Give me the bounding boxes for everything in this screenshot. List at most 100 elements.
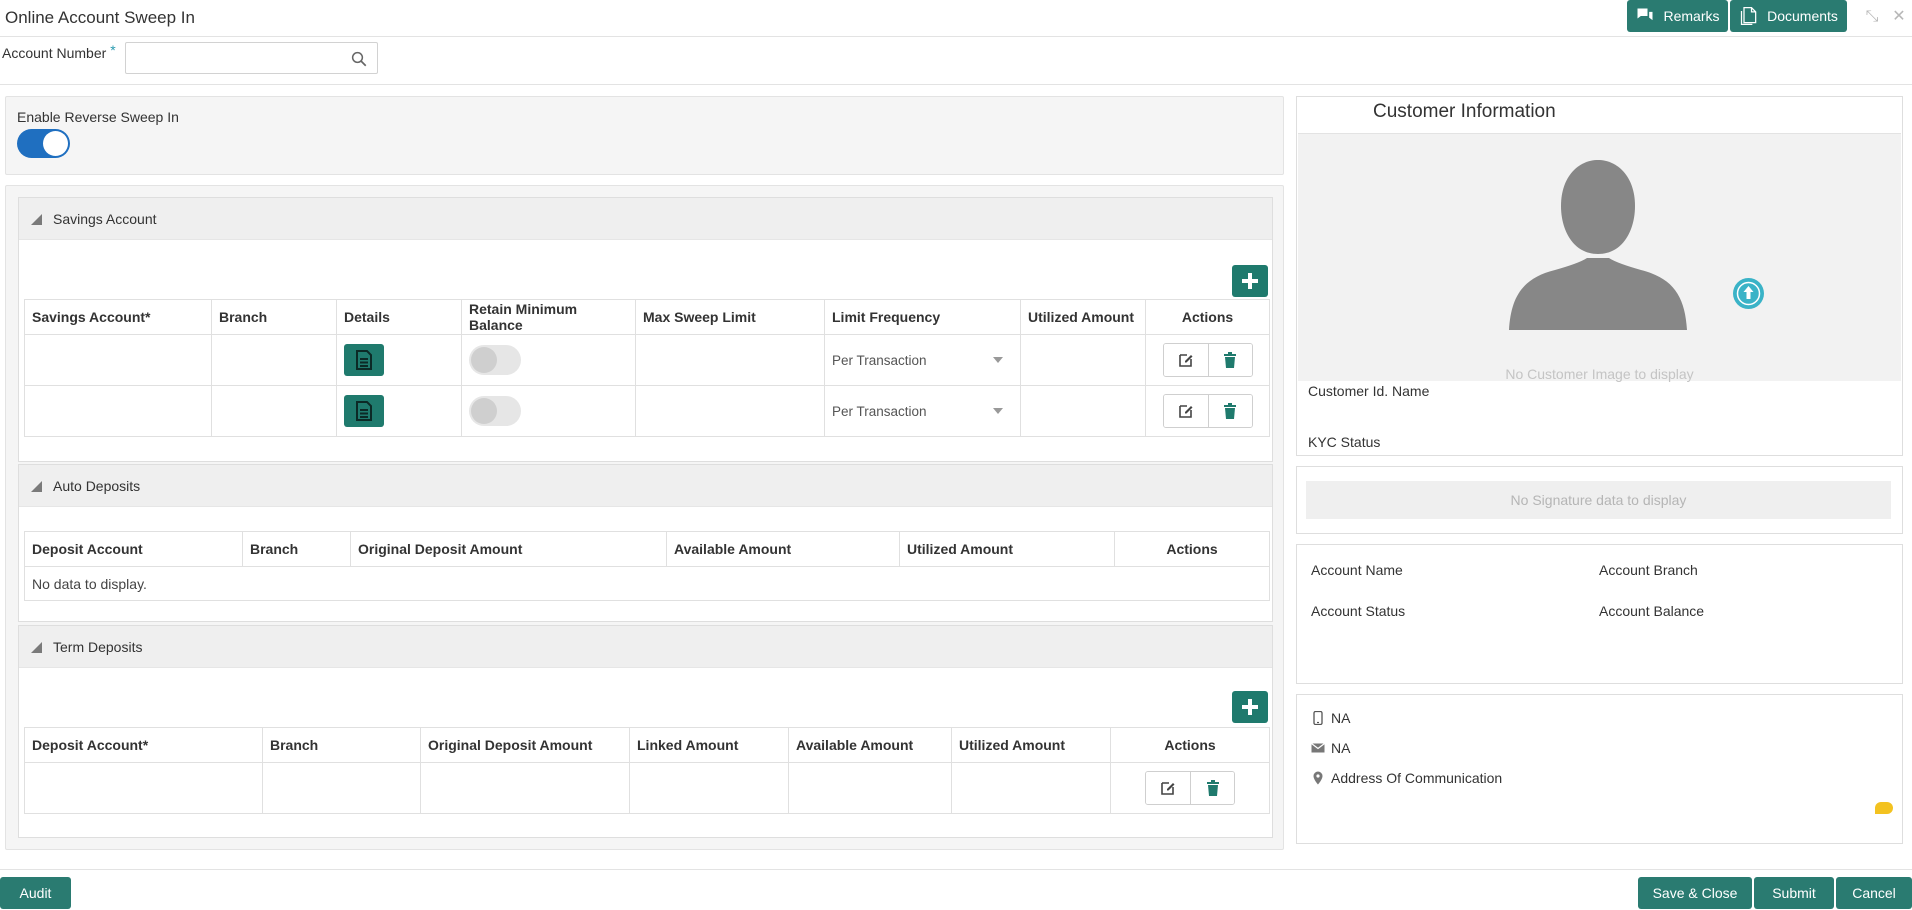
auto-deposits-header[interactable]: Auto Deposits (19, 465, 1272, 507)
limit-frequency-select[interactable]: Per Transaction (832, 404, 1013, 419)
col-actions: Actions (1145, 299, 1270, 335)
no-image-message: No Customer Image to display (1505, 366, 1694, 382)
available-amount-cell (788, 762, 952, 814)
avatar (1509, 160, 1687, 330)
delete-button[interactable] (1207, 344, 1252, 376)
details-cell (336, 334, 462, 386)
col-utilized-amount: Utilized Amount (899, 531, 1115, 567)
col-available-amount: Available Amount (666, 531, 900, 567)
savings-account-cell[interactable] (24, 385, 212, 437)
collapse-triangle-icon (31, 481, 42, 492)
edit-button[interactable] (1163, 395, 1208, 427)
savings-account-table: Savings Account* Branch Details Retain M… (24, 299, 1270, 437)
term-deposits-title: Term Deposits (53, 639, 143, 655)
utilized-amount-cell (951, 762, 1111, 814)
collapse-triangle-icon (31, 214, 42, 225)
details-button[interactable] (344, 395, 384, 427)
upload-image-icon[interactable] (1733, 278, 1764, 309)
term-deposits-header-row: Deposit Account* Branch Original Deposit… (24, 727, 1270, 763)
retain-min-balance-toggle[interactable] (469, 396, 521, 426)
branch-cell (211, 385, 337, 437)
account-number-row: Account Number * (0, 37, 1912, 85)
term-deposits-section: Term Deposits Deposit Account* Branch Or… (18, 625, 1273, 838)
account-number-label: Account Number * (2, 42, 116, 61)
col-deposit-account: Deposit Account* (24, 727, 263, 763)
col-branch: Branch (211, 299, 337, 335)
limit-frequency-select[interactable]: Per Transaction (832, 353, 1013, 368)
deposit-account-cell[interactable] (24, 762, 263, 814)
col-details: Details (336, 299, 462, 335)
col-utilized-amount: Utilized Amount (1020, 299, 1146, 335)
col-max-sweep-limit: Max Sweep Limit (635, 299, 825, 335)
chat-icon[interactable] (1875, 802, 1893, 814)
documents-button-label: Documents (1767, 8, 1838, 24)
table-row: Per Transaction (24, 334, 1270, 386)
term-deposits-header[interactable]: Term Deposits (19, 626, 1272, 668)
col-actions: Actions (1114, 531, 1270, 567)
sweep-details-container: Savings Account Savings Account* Branch … (5, 185, 1284, 850)
max-sweep-limit-cell[interactable] (635, 334, 825, 386)
savings-account-header[interactable]: Savings Account (19, 198, 1272, 240)
savings-account-title: Savings Account (53, 211, 157, 227)
limit-frequency-value: Per Transaction (832, 352, 927, 368)
branch-cell (211, 334, 337, 386)
save-and-close-button[interactable]: Save & Close (1638, 877, 1752, 909)
col-branch: Branch (262, 727, 421, 763)
limit-frequency-cell: Per Transaction (824, 334, 1021, 386)
account-number-input[interactable] (126, 43, 341, 73)
add-savings-account-button[interactable] (1232, 265, 1268, 297)
collapse-triangle-icon (31, 642, 42, 653)
documents-button[interactable]: Documents (1730, 0, 1847, 32)
empty-row: No data to display. (24, 566, 1270, 601)
email-row: NA (1311, 740, 1350, 756)
kyc-status-label: KYC Status (1308, 434, 1381, 450)
col-branch: Branch (242, 531, 351, 567)
savings-account-cell[interactable] (24, 334, 212, 386)
retain-min-balance-cell (461, 385, 636, 437)
edit-button[interactable] (1163, 344, 1208, 376)
submit-button[interactable]: Submit (1754, 877, 1834, 909)
delete-button[interactable] (1190, 772, 1234, 804)
audit-button[interactable]: Audit (0, 877, 71, 909)
branch-cell (262, 762, 421, 814)
col-deposit-account: Deposit Account (24, 531, 243, 567)
toggle-knob (43, 131, 68, 156)
delete-button[interactable] (1207, 395, 1252, 427)
chevron-down-icon (993, 357, 1003, 363)
retain-min-balance-cell (461, 334, 636, 386)
add-term-deposit-button[interactable] (1232, 691, 1268, 723)
details-button[interactable] (344, 344, 384, 376)
compress-icon[interactable]: ⤡ (1863, 8, 1881, 26)
col-available-amount: Available Amount (788, 727, 952, 763)
max-sweep-limit-cell[interactable] (635, 385, 825, 437)
page-header: Online Account Sweep In Remarks Document… (0, 0, 1912, 37)
table-row: Per Transaction (24, 385, 1270, 437)
trash-icon (1224, 403, 1236, 419)
original-deposit-amount-cell (420, 762, 630, 814)
reverse-sweep-label: Enable Reverse Sweep In (17, 109, 179, 125)
remarks-button[interactable]: Remarks (1627, 0, 1728, 32)
linked-amount-cell[interactable] (629, 762, 789, 814)
reverse-sweep-toggle[interactable] (17, 129, 70, 158)
close-icon[interactable]: ✕ (1890, 8, 1908, 26)
customer-image-area: No Customer Image to display (1298, 133, 1901, 382)
toggle-knob (471, 347, 497, 373)
account-number-label-text: Account Number (2, 45, 107, 61)
reverse-sweep-panel: Enable Reverse Sweep In (5, 96, 1284, 175)
retain-min-balance-toggle[interactable] (469, 345, 521, 375)
actions-cell (1145, 334, 1270, 386)
auto-deposits-table: Deposit Account Branch Original Deposit … (24, 531, 1270, 601)
document-icon (356, 350, 372, 370)
signature-panel: No Signature data to display (1296, 466, 1903, 534)
cancel-button[interactable]: Cancel (1836, 877, 1912, 909)
account-info-panel: Account Name Account Branch Account Stat… (1296, 544, 1903, 684)
col-limit-frequency: Limit Frequency (824, 299, 1021, 335)
edit-button[interactable] (1146, 772, 1190, 804)
search-icon[interactable] (350, 50, 368, 68)
account-name-label: Account Name (1311, 562, 1403, 578)
savings-account-section: Savings Account Savings Account* Branch … (18, 197, 1273, 462)
auto-deposits-section: Auto Deposits Deposit Account Branch Ori… (18, 464, 1273, 622)
col-retain-minimum-balance: Retain Minimum Balance (461, 299, 636, 335)
chevron-down-icon (993, 408, 1003, 414)
address-row: Address Of Communication (1311, 770, 1502, 786)
